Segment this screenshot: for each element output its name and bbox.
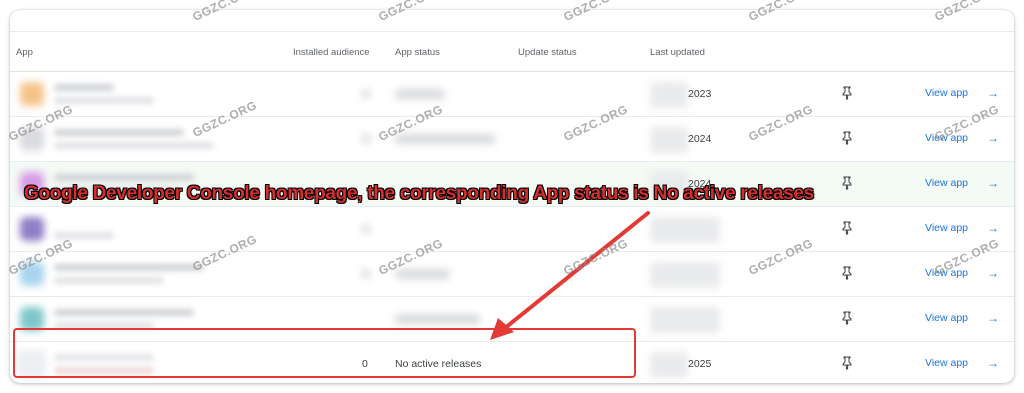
arrow-right-icon: → [987,131,999,145]
col-header-last-updated[interactable]: Last updated [650,47,705,58]
pin-icon[interactable] [841,131,853,145]
date-redacted [650,82,688,108]
view-app-link[interactable]: View app → [925,221,999,235]
audience-redacted [362,224,370,234]
col-header-app[interactable]: App [16,47,33,58]
table-row[interactable]: 2024 View app → [10,117,1014,162]
arrow-right-icon: → [987,176,999,190]
status-redacted [395,269,450,279]
last-updated-year: 2024 [688,133,712,145]
col-header-app-status[interactable]: App status [395,47,440,58]
audience-redacted [362,269,370,279]
audience-redacted [362,134,370,144]
arrow-right-icon: → [987,266,999,280]
pin-icon[interactable] [841,176,853,190]
pin-icon[interactable] [841,266,853,280]
annotation-text: Google Developer Console homepage, the c… [24,183,814,204]
view-app-link[interactable]: View app → [925,356,999,370]
pin-icon[interactable] [841,86,853,100]
app-name-redacted [54,264,204,271]
table-row[interactable]: View app → [10,207,1014,252]
highlight-box [13,328,636,378]
app-name-redacted [54,174,194,181]
table-row[interactable]: 2023 View app → [10,72,1014,117]
app-package-redacted [54,142,214,149]
view-app-link[interactable]: View app → [925,176,999,190]
status-redacted [395,314,480,324]
arrow-right-icon: → [987,86,999,100]
view-app-link[interactable]: View app → [925,86,999,100]
app-name-redacted [54,309,194,316]
date-redacted [650,127,688,153]
date-redacted [650,307,720,333]
arrow-right-icon: → [987,311,999,325]
col-header-update-status[interactable]: Update status [518,47,577,58]
date-redacted [650,262,720,288]
date-redacted [650,352,688,378]
table-row[interactable]: View app → [10,252,1014,297]
app-name-redacted [54,129,184,136]
last-updated-year: 2025 [688,358,712,370]
status-redacted [395,89,445,99]
table-toolbar [10,10,1014,32]
audience-redacted [362,89,370,99]
pin-icon[interactable] [841,311,853,325]
pin-icon[interactable] [841,356,853,370]
status-redacted [395,134,495,144]
last-updated-year: 2023 [688,88,712,100]
pin-icon[interactable] [841,221,853,235]
arrow-right-icon: → [987,221,999,235]
date-redacted [650,217,720,243]
app-package-redacted [54,277,164,284]
app-icon [20,82,44,106]
col-header-installed-audience[interactable]: Installed audience [293,47,370,58]
app-name-redacted [54,84,114,91]
arrow-right-icon: → [987,356,999,370]
app-icon [20,217,44,241]
view-app-link[interactable]: View app → [925,311,999,325]
table-header: App Installed audience App status Update… [10,32,1014,72]
